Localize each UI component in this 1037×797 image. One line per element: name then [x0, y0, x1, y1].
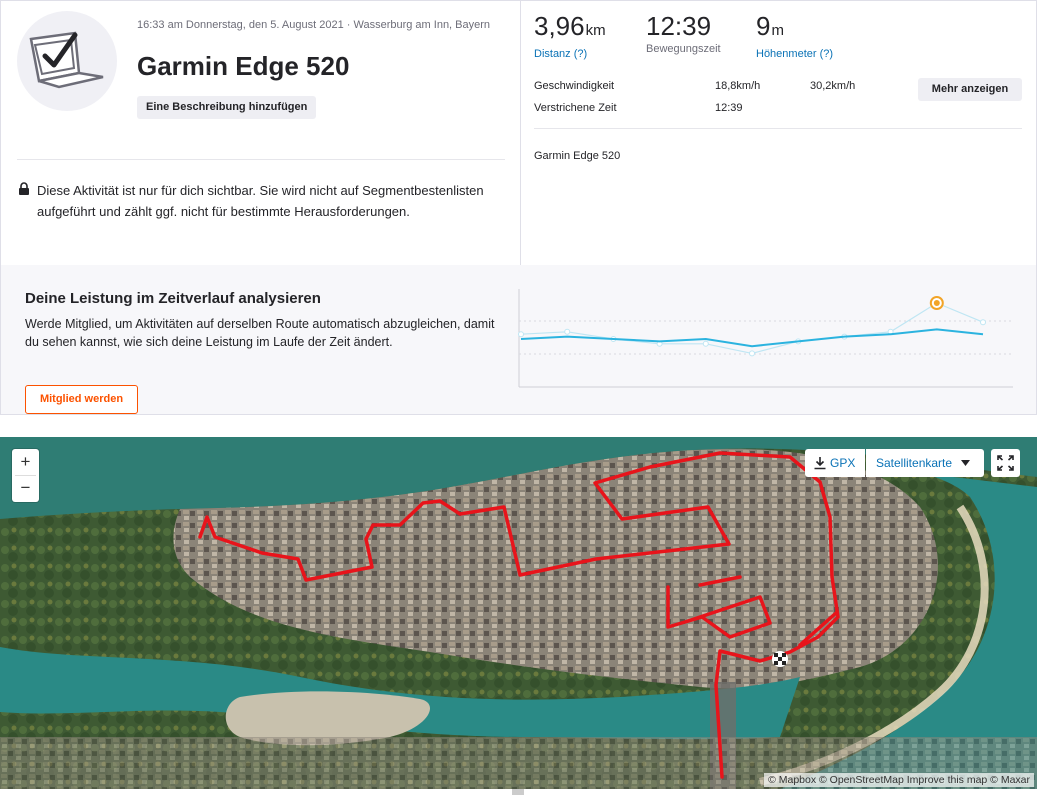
- satellite-imagery: [0, 437, 1037, 789]
- elapsed-value: 12:39: [715, 102, 743, 114]
- distance-unit: km: [585, 22, 606, 39]
- elevation-unit: m: [771, 22, 784, 39]
- checkmark-device-icon: [29, 31, 104, 89]
- divider: [17, 159, 505, 160]
- become-member-button[interactable]: Mitglied werden: [25, 385, 138, 414]
- chart-point: [702, 340, 709, 347]
- chart-series-line-2: [520, 328, 984, 348]
- distance-value: 3,96: [534, 11, 585, 41]
- speed-max: 30,2km/h: [810, 80, 856, 92]
- zoom-out-button[interactable]: −: [12, 475, 39, 501]
- activity-datetime: 16:33 am Donnerstag, den 5. August 2021 …: [137, 19, 491, 31]
- speed-avg: 18,8km/h: [715, 80, 761, 92]
- divider: [534, 128, 1022, 129]
- device-avatar: [17, 11, 117, 111]
- elapsed-label: Verstrichene Zeit: [534, 102, 617, 114]
- checkered-flag-icon: [772, 651, 788, 667]
- map-layer-select[interactable]: Satellitenkarte: [866, 449, 984, 477]
- stat-elevation: 9m Höhenmeter (?): [756, 9, 833, 60]
- chart-point: [518, 331, 524, 338]
- zoom-control: + −: [12, 449, 39, 502]
- chart-point: [564, 328, 571, 335]
- chart-highlight-dot: [933, 300, 940, 306]
- route-map[interactable]: + − GPX Satellitenkarte © Mapbox © OpenS…: [0, 437, 1037, 789]
- chart-point: [980, 319, 986, 326]
- activity-summary: 16:33 am Donnerstag, den 5. August 2021 …: [1, 1, 519, 266]
- performance-banner: Deine Leistung im Zeitverlauf analysiere…: [0, 265, 1037, 415]
- map-attribution[interactable]: © Mapbox © OpenStreetMap Improve this ma…: [764, 773, 1034, 787]
- device-name: Garmin Edge 520: [534, 150, 621, 162]
- elevation-value: 9: [756, 11, 771, 41]
- add-description-button[interactable]: Eine Beschreibung hinzufügen: [137, 96, 317, 119]
- caret-down-icon: [961, 460, 970, 466]
- elevation-label[interactable]: Höhenmeter (?): [756, 48, 833, 60]
- gpx-label: GPX: [830, 456, 856, 470]
- moving-time-label: Bewegungszeit: [646, 43, 721, 55]
- fullscreen-button[interactable]: [991, 449, 1020, 477]
- performance-text: Werde Mitglied, um Aktivitäten auf derse…: [25, 317, 495, 349]
- gpx-download-button[interactable]: GPX: [805, 449, 865, 477]
- distance-label[interactable]: Distanz (?): [534, 48, 606, 60]
- zoom-in-button[interactable]: +: [12, 449, 39, 475]
- speed-label: Geschwindigkeit: [534, 80, 615, 92]
- download-icon: [814, 457, 826, 470]
- performance-chart: [518, 289, 1013, 388]
- lock-icon: [19, 182, 29, 195]
- moving-time-value: 12:39: [646, 11, 712, 41]
- privacy-notice: Diese Aktivität ist nur für dich sichtba…: [37, 183, 484, 219]
- activity-header: 16:33 am Donnerstag, den 5. August 2021 …: [0, 0, 1037, 266]
- stat-moving-time: 12:39 Bewegungszeit: [646, 9, 721, 55]
- chart-point: [749, 350, 755, 357]
- fullscreen-icon: [997, 455, 1014, 471]
- activity-title: Garmin Edge 520: [137, 51, 350, 81]
- stat-distance: 3,96km Distanz (?): [534, 9, 606, 60]
- show-more-button[interactable]: Mehr anzeigen: [918, 78, 1022, 101]
- map-layer-label: Satellitenkarte: [876, 456, 953, 470]
- resize-handle[interactable]: [512, 789, 524, 795]
- performance-title: Deine Leistung im Zeitverlauf analysiere…: [25, 290, 321, 307]
